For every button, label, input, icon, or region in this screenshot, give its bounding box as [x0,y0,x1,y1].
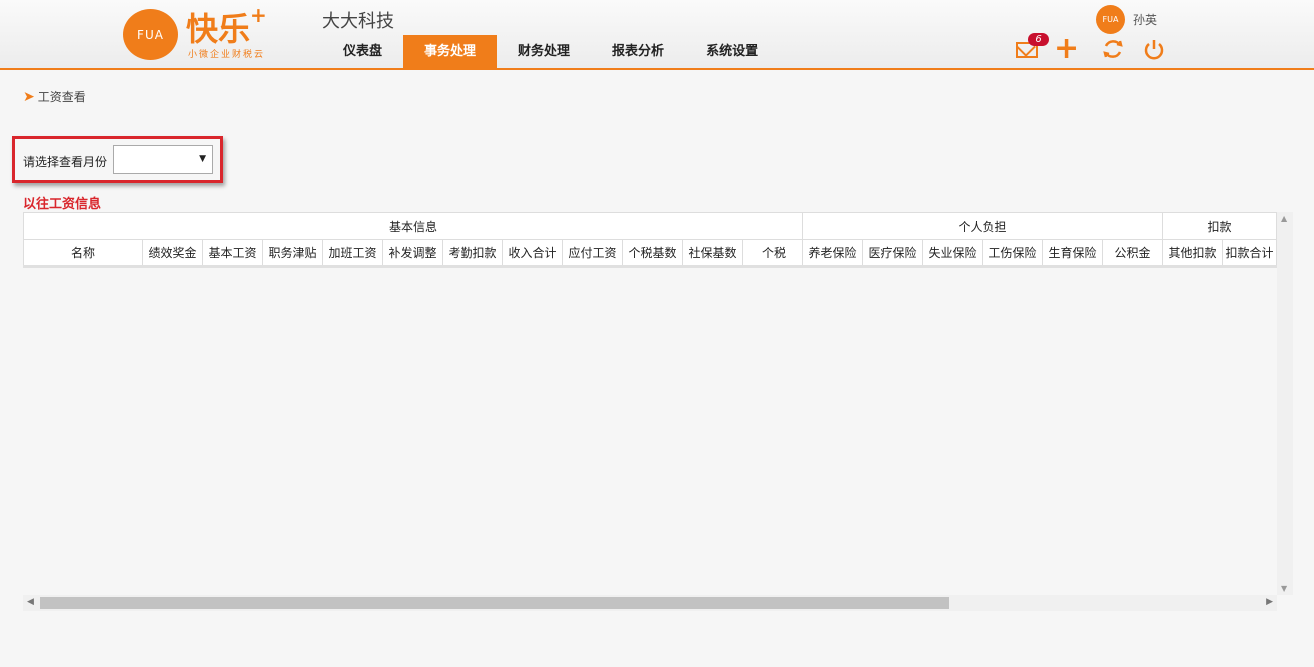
col-header[interactable]: 个税基数 [622,239,683,268]
arrow-right-icon: ➤ [23,88,35,105]
section-title: 以往工资信息 [23,197,102,212]
username[interactable]: 孙英 [1133,11,1157,28]
scroll-right-icon[interactable]: ▶ [1266,597,1273,607]
month-select[interactable]: ▼ [113,145,213,174]
breadcrumb: ➤ 工资查看 [23,88,86,105]
main-nav: 仪表盘 事务处理 财务处理 报表分析 系统设置 [322,35,779,68]
salary-table: 基本信息 个人负担 扣款 名称 绩效奖金 基本工资 职务津贴 加班工资 补发调整… [23,212,1277,268]
col-header[interactable]: 养老保险 [802,239,863,268]
chevron-down-icon: ▼ [199,154,206,164]
top-header: FUA 快乐+ 小微企业财税云 大大科技 仪表盘 事务处理 财务处理 报表分析 … [0,0,1314,70]
month-filter-label: 请选择查看月份 [23,155,108,169]
col-header[interactable]: 考勤扣款 [442,239,503,268]
col-header[interactable]: 绩效奖金 [142,239,203,268]
col-header[interactable]: 个税 [742,239,803,268]
group-header-deductions: 扣款 [1162,212,1277,240]
col-header[interactable]: 其他扣款 [1162,239,1223,268]
add-icon[interactable]: + [1054,34,1079,64]
refresh-icon[interactable] [1102,38,1124,64]
col-header[interactable]: 公积金 [1102,239,1163,268]
scroll-up-icon[interactable]: ▲ [1281,214,1287,223]
col-header[interactable]: 应付工资 [562,239,623,268]
col-header[interactable]: 收入合计 [502,239,563,268]
nav-dashboard[interactable]: 仪表盘 [322,35,403,68]
brand-name: 快乐+ [186,3,267,50]
vertical-scrollbar[interactable]: ▲ ▼ [1277,212,1293,595]
scroll-down-icon[interactable]: ▼ [1281,584,1287,593]
group-header-personal: 个人负担 [802,212,1163,240]
power-icon[interactable] [1143,38,1165,64]
nav-reports[interactable]: 报表分析 [591,35,685,68]
mail-count-badge: 6 [1028,33,1049,46]
scroll-left-icon[interactable]: ◀ [27,597,34,607]
col-header[interactable]: 基本工资 [202,239,263,268]
col-header[interactable]: 生育保险 [1042,239,1103,268]
col-header-name[interactable]: 名称 [23,239,143,268]
col-header[interactable]: 医疗保险 [862,239,923,268]
col-header[interactable]: 社保基数 [682,239,743,268]
company-name: 大大科技 [322,11,394,32]
avatar[interactable]: FUA [1096,5,1125,34]
col-header[interactable]: 工伤保险 [982,239,1043,268]
brand-tagline: 小微企业财税云 [188,50,266,60]
horizontal-scroll-thumb[interactable] [40,597,949,609]
group-header-basic: 基本信息 [23,212,803,240]
col-header[interactable]: 职务津贴 [262,239,323,268]
col-header[interactable]: 失业保险 [922,239,983,268]
horizontal-scrollbar[interactable]: ◀ ▶ [23,595,1277,611]
breadcrumb-label[interactable]: 工资查看 [38,88,86,105]
brand-plus: + [250,3,267,28]
logo-icon[interactable]: FUA [123,9,178,60]
nav-transactions[interactable]: 事务处理 [403,35,498,68]
nav-finance[interactable]: 财务处理 [497,35,591,68]
nav-settings[interactable]: 系统设置 [685,35,779,68]
col-header[interactable]: 补发调整 [382,239,443,268]
brand-text: 快乐 [186,10,251,48]
col-header[interactable]: 加班工资 [322,239,383,268]
col-header[interactable]: 扣款合计 [1222,239,1277,268]
salary-table-container: 基本信息 个人负担 扣款 名称 绩效奖金 基本工资 职务津贴 加班工资 补发调整… [23,212,1293,611]
